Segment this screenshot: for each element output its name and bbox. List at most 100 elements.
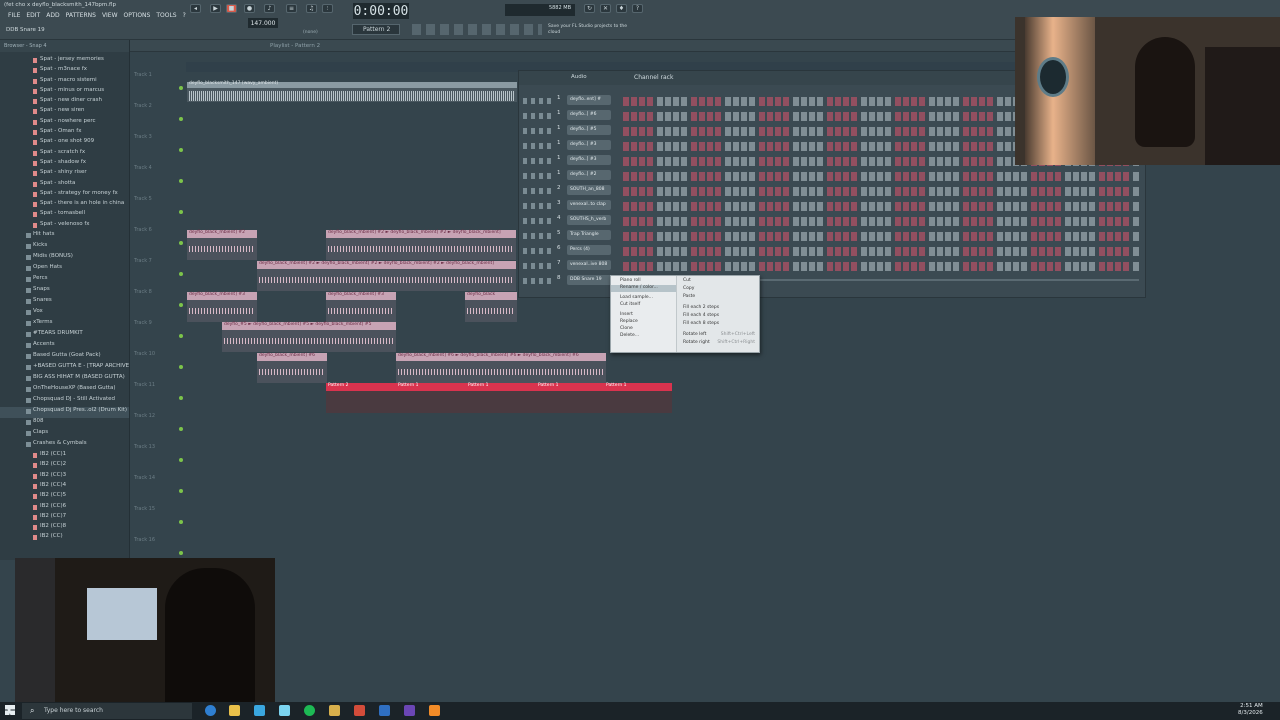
menu-patterns[interactable]: PATTERNS <box>66 12 96 24</box>
browser-file[interactable]: Spat - velenoso fx <box>0 221 129 231</box>
browser-folder[interactable]: Hit hats <box>0 231 129 242</box>
track-label[interactable]: Track 15 <box>134 506 184 536</box>
track-label[interactable]: Track 2 <box>134 103 184 133</box>
audio-clip[interactable]: deyflo_black <box>465 292 517 322</box>
browser-folder[interactable]: Chopsquad Dj Pres..ol2 (Drum Kit) <box>0 407 129 419</box>
app-icon[interactable] <box>329 705 340 716</box>
channel-row[interactable]: 2 SOUTH_an_808 <box>519 185 1145 200</box>
pattern-clip[interactable]: Pattern 1 <box>466 383 536 413</box>
record-button[interactable]: ● <box>244 4 255 13</box>
step-sequencer[interactable] <box>623 172 1139 181</box>
menu-item-fill-2[interactable]: Fill each 2 steps <box>677 305 759 313</box>
audio-clip[interactable]: deyflo_black_mbient] #6 ► deyflo_black_m… <box>396 353 606 383</box>
menu-item-fill-8[interactable]: Fill each 8 steps <box>677 321 759 329</box>
menu-item-paste[interactable]: Paste <box>677 294 759 302</box>
app-icon[interactable] <box>404 705 415 716</box>
channel-row[interactable]: 3 venexal..to clap <box>519 200 1145 215</box>
channel-controls[interactable] <box>523 98 553 104</box>
audio-clip[interactable]: deyflo_black_mbient] #6 <box>257 353 327 383</box>
menu-item-rotate-right[interactable]: Rotate right Shift+Ctrl+Right <box>677 340 759 348</box>
track-enable-led[interactable] <box>179 86 183 90</box>
track-enable-led[interactable] <box>179 210 183 214</box>
menu-item-rename[interactable]: Rename / color... <box>611 285 676 292</box>
step-sequencer[interactable] <box>623 232 1139 241</box>
browser-folder[interactable]: BIG ASS HIHAT M (BASED GUTTA) <box>0 374 129 385</box>
channel-name-button[interactable]: SOUTH_an_808 <box>567 185 611 195</box>
top-audio-clip[interactable]: deyflo_blacksmith_147 (wavy_ambient) <box>187 81 517 102</box>
browser-file[interactable]: Spat - tomasbell <box>0 210 129 220</box>
channel-name-button[interactable]: DDB Snare 19 <box>567 275 611 285</box>
browser-file[interactable]: Spat - one shot 909 <box>0 138 129 148</box>
track-enable-led[interactable] <box>179 241 183 245</box>
browser-file[interactable]: IB2 (CC)2 <box>0 461 129 471</box>
track-label[interactable]: Track 6 <box>134 227 184 257</box>
channel-controls[interactable] <box>523 203 553 209</box>
track-enable-led[interactable] <box>179 117 183 121</box>
track-label[interactable]: Track 12 <box>134 413 184 443</box>
menu-item-piano-roll[interactable]: Piano roll <box>611 278 676 285</box>
step-sequencer[interactable] <box>623 262 1139 271</box>
browser-file[interactable]: Spat - m3nace fx <box>0 66 129 76</box>
channel-name-button[interactable]: deyflo..ent] # <box>567 95 611 105</box>
fl-studio-icon[interactable] <box>429 705 440 716</box>
browser-folder[interactable]: +BASED GUTTA E - [TRAP ARCHIVE] <box>0 363 129 374</box>
browser-file[interactable]: Spat - strategy for money fx <box>0 190 129 200</box>
channel-controls[interactable] <box>523 158 553 164</box>
track-label[interactable]: Track 9 <box>134 320 184 350</box>
menu-item-replace[interactable]: Replace <box>611 319 676 326</box>
audio-clip[interactable]: deyflo_black_mbient] #2 ► deyflo_black_m… <box>257 261 516 291</box>
browser-file[interactable]: Spat - nowhere perc <box>0 118 129 128</box>
edge-icon[interactable] <box>205 705 216 716</box>
step-sequencer[interactable] <box>623 247 1139 256</box>
track-label[interactable]: Track 4 <box>134 165 184 195</box>
channel-name-button[interactable]: deyflo..] #6 <box>567 110 611 120</box>
browser-folder[interactable]: Percs <box>0 275 129 286</box>
stop-button[interactable]: ■ <box>226 4 237 13</box>
pat-song-toggle[interactable]: ◂ <box>190 4 201 13</box>
browser-file[interactable]: IB2 (CC) <box>0 533 129 543</box>
browser-file[interactable]: IB2 (CC)7 <box>0 513 129 523</box>
browser-file[interactable]: Spat - shadow fx <box>0 159 129 169</box>
track-enable-led[interactable] <box>179 551 183 555</box>
browser-file[interactable]: Spat - new diner crash <box>0 97 129 107</box>
browser-folder[interactable]: Chopsquad DJ - Still Activated <box>0 396 129 407</box>
track-label[interactable]: Track 13 <box>134 444 184 474</box>
browser-folder[interactable]: Kicks <box>0 242 129 253</box>
browser-folder[interactable]: Accents <box>0 341 129 352</box>
track-label[interactable]: Track 14 <box>134 475 184 505</box>
pattern-clip[interactable]: Pattern 1 <box>604 383 672 413</box>
channel-row[interactable]: 7 venexal..ive 808 <box>519 260 1145 275</box>
channel-controls[interactable] <box>523 113 553 119</box>
channel-row[interactable]: 6 Percs (4) <box>519 245 1145 260</box>
step-sequencer[interactable] <box>623 187 1139 196</box>
menu-add[interactable]: ADD <box>46 12 59 24</box>
browser-file[interactable]: IB2 (CC)6 <box>0 503 129 513</box>
app-icon[interactable] <box>379 705 390 716</box>
channel-row[interactable]: 1 deyflo..] #2 <box>519 170 1145 185</box>
audio-clip[interactable]: deyflo_#5 ► deyflo_black_mbient] #5 ► de… <box>222 322 396 352</box>
track-enable-led[interactable] <box>179 148 183 152</box>
channel-controls[interactable] <box>523 128 553 134</box>
menu-edit[interactable]: EDIT <box>26 12 40 24</box>
search-input[interactable]: Type here to search <box>22 703 192 719</box>
pattern-clip[interactable]: Pattern 1 <box>536 383 604 413</box>
browser-file[interactable]: Spat - scratch fx <box>0 149 129 159</box>
audio-clip[interactable]: deyflo_black_mbient] #3 <box>187 292 257 322</box>
track-enable-led[interactable] <box>179 365 183 369</box>
channel-name-button[interactable]: deyflo..] #3 <box>567 140 611 150</box>
menu-item-delete[interactable]: Delete... <box>611 333 676 340</box>
view-toolbar[interactable] <box>412 24 542 35</box>
track-enable-led[interactable] <box>179 396 183 400</box>
browser-folder[interactable]: OnTheHouseXP (Based Gutta) <box>0 385 129 396</box>
channel-controls[interactable] <box>523 263 553 269</box>
browser-file[interactable]: Spat - there is an hole in china <box>0 200 129 210</box>
app-icon[interactable] <box>354 705 365 716</box>
channel-name-button[interactable]: Percs (4) <box>567 245 611 255</box>
browser-folder[interactable]: 808 <box>0 418 129 429</box>
track-enable-led[interactable] <box>179 272 183 276</box>
browser-file[interactable]: Spat - minus or marcus <box>0 87 129 97</box>
pattern-clip[interactable]: Pattern 1 <box>396 383 466 413</box>
step-sequencer[interactable] <box>623 217 1139 226</box>
browser-file[interactable]: Spat - shotta <box>0 180 129 190</box>
mixer-icon[interactable]: ⫶ <box>322 4 333 13</box>
